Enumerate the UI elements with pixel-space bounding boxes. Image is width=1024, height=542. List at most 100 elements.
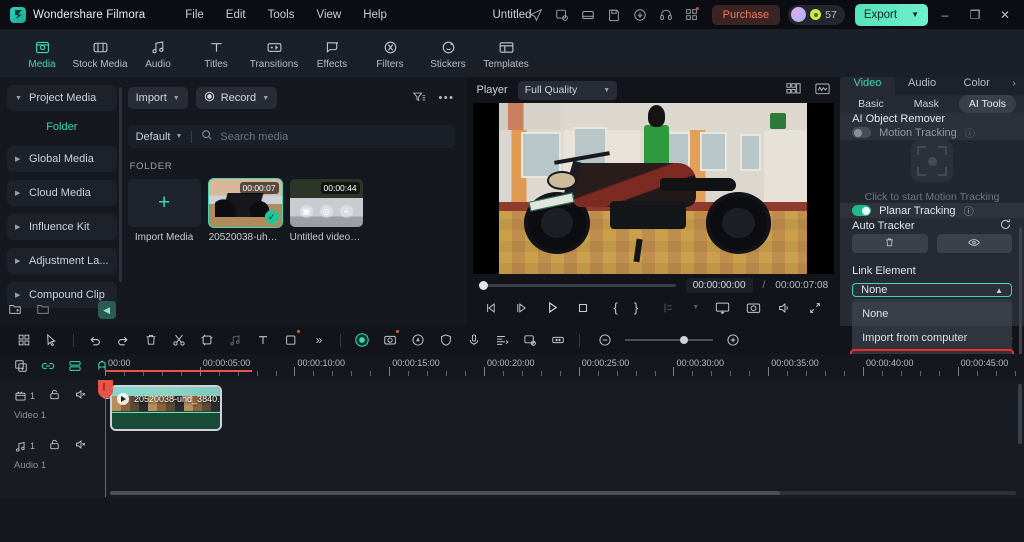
scope-icon[interactable] xyxy=(815,82,830,99)
mask-icon[interactable] xyxy=(277,327,305,353)
help-icon[interactable]: ⓘ xyxy=(965,125,975,140)
redo-icon[interactable] xyxy=(109,327,137,353)
tab-color[interactable]: Color xyxy=(949,77,1004,95)
playback-knob[interactable] xyxy=(479,281,488,290)
lock-icon[interactable] xyxy=(48,438,61,454)
preview-stage[interactable] xyxy=(473,103,835,274)
save-icon[interactable] xyxy=(576,3,600,27)
snapshot-icon[interactable] xyxy=(376,327,404,353)
ai-smart-icon[interactable] xyxy=(348,327,376,353)
window-restore-button[interactable]: ❐ xyxy=(962,3,988,27)
menu-view[interactable]: View xyxy=(316,9,341,21)
save-as-icon[interactable] xyxy=(602,3,626,27)
markers-icon[interactable] xyxy=(68,359,82,376)
more-icon[interactable]: » xyxy=(305,327,333,353)
menu-edit[interactable]: Edit xyxy=(226,9,246,21)
keyframe-icon[interactable] xyxy=(662,301,676,315)
motion-tracking-toggle[interactable] xyxy=(852,127,871,138)
subtab-ai-tools[interactable]: AI Tools xyxy=(959,95,1016,113)
shield-icon[interactable] xyxy=(432,327,460,353)
green-screen-icon[interactable] xyxy=(516,327,544,353)
zoom-out-icon[interactable] xyxy=(591,327,619,353)
share-icon[interactable] xyxy=(524,3,548,27)
tab-stickers[interactable]: Stickers xyxy=(420,37,476,70)
tab-titles[interactable]: Titles xyxy=(188,37,244,70)
motion-tracking-row[interactable]: Motion Tracking ⓘ xyxy=(840,125,1024,140)
add-to-timeline-icon[interactable]: + xyxy=(340,205,353,218)
tab-filters[interactable]: Filters xyxy=(362,37,418,70)
mark-in-icon[interactable]: { xyxy=(614,300,618,315)
select-tool-icon[interactable] xyxy=(38,327,66,353)
tab-transitions[interactable]: Transitions xyxy=(246,37,302,70)
chevron-down-icon[interactable]: ▼ xyxy=(911,10,919,19)
next-frame-icon[interactable] xyxy=(515,301,529,315)
filter-icon[interactable] xyxy=(412,90,426,107)
subtitle-icon[interactable] xyxy=(488,327,516,353)
ai-object-remover-row[interactable]: AI Object Remover xyxy=(840,113,1024,125)
more-options-icon[interactable]: ••• xyxy=(438,92,454,104)
timeline-vertical-scrollbar[interactable] xyxy=(1018,384,1022,444)
speed-icon[interactable] xyxy=(404,327,432,353)
planar-tracking-toggle[interactable] xyxy=(852,205,871,216)
zoom-in-icon[interactable] xyxy=(719,327,747,353)
tab-audio[interactable]: Audio xyxy=(895,77,950,95)
tab-media[interactable]: Media xyxy=(14,37,70,70)
delete-icon[interactable] xyxy=(137,327,165,353)
mic-icon[interactable] xyxy=(460,327,488,353)
new-folder-icon[interactable] xyxy=(8,302,22,319)
grid-view-icon[interactable] xyxy=(10,327,38,353)
lock-icon[interactable] xyxy=(48,388,61,404)
dropdown-option-none[interactable]: None xyxy=(852,302,1012,326)
zoom-slider-track[interactable] xyxy=(625,339,713,341)
record-button[interactable]: Record ▼ xyxy=(196,87,277,109)
chevron-right-icon[interactable]: › xyxy=(1004,78,1024,95)
chevron-down-icon[interactable]: ▼ xyxy=(692,304,699,311)
cloud-download-icon[interactable] xyxy=(628,3,652,27)
link-element-select[interactable]: None ▲ xyxy=(852,283,1012,297)
delete-tracker-button[interactable] xyxy=(852,234,927,253)
subtab-basic[interactable]: Basic xyxy=(848,95,894,113)
playhead[interactable] xyxy=(105,380,106,497)
zoom-slider[interactable] xyxy=(591,327,747,353)
sidebar-scrollbar[interactable] xyxy=(119,87,122,282)
playback-slider[interactable] xyxy=(479,284,676,287)
clip-play-icon[interactable] xyxy=(117,393,129,405)
window-minimize-button[interactable]: – xyxy=(932,3,958,27)
sidebar-item-folder[interactable]: Folder xyxy=(7,116,117,138)
planar-tracking-row[interactable]: Planar Tracking ⓘ xyxy=(840,203,1024,218)
fullscreen-icon[interactable] xyxy=(808,301,822,315)
prev-frame-icon[interactable] xyxy=(485,301,499,315)
audio-track-body[interactable] xyxy=(105,430,1024,478)
layout-grid-icon[interactable] xyxy=(786,82,801,99)
export-button[interactable]: Export ▼ xyxy=(855,4,928,26)
motion-tracking-placeholder[interactable]: Click to start Motion Tracking xyxy=(840,140,1024,203)
add-media-icon[interactable] xyxy=(14,359,28,376)
preview-icon[interactable]: ▣ xyxy=(300,205,313,218)
media-tile-video-2[interactable]: 00:00:44 ▣ ◎ + Untitled video - ... xyxy=(290,179,363,243)
tab-stock-media[interactable]: Stock Media xyxy=(72,37,128,70)
reset-icon[interactable] xyxy=(999,218,1012,234)
play-icon[interactable] xyxy=(545,300,560,315)
sidebar-item-influence-kit[interactable]: ▶ Influence Kit xyxy=(7,214,117,240)
tab-templates[interactable]: Templates xyxy=(478,37,534,70)
delete-folder-icon[interactable] xyxy=(36,302,50,319)
qr-grid-icon[interactable] xyxy=(680,3,704,27)
timeline-horizontal-scrollbar[interactable] xyxy=(110,491,1016,495)
timeline-ruler[interactable]: 00:0000:00:05:0000:00:10:0000:00:15:0000… xyxy=(105,354,1024,380)
audio-detach-icon[interactable] xyxy=(221,327,249,353)
sidebar-item-project-media[interactable]: ▼ Project Media xyxy=(7,85,117,111)
tab-audio[interactable]: Audio xyxy=(130,37,186,70)
zoom-slider-knob[interactable] xyxy=(680,336,688,344)
text-icon[interactable] xyxy=(249,327,277,353)
tab-video[interactable]: Video xyxy=(840,77,895,95)
help-icon[interactable]: ⓘ xyxy=(964,203,974,218)
tab-effects[interactable]: Effects xyxy=(304,37,360,70)
sidebar-item-global-media[interactable]: ▶ Global Media xyxy=(7,146,117,172)
headset-icon[interactable] xyxy=(654,3,678,27)
crop-icon[interactable] xyxy=(193,327,221,353)
cut-icon[interactable]: ◎ xyxy=(320,205,333,218)
quality-dropdown[interactable]: Full Quality ▼ xyxy=(518,81,617,100)
split-icon[interactable] xyxy=(165,327,193,353)
menu-help[interactable]: Help xyxy=(363,9,387,21)
mark-out-icon[interactable]: } xyxy=(634,300,638,315)
